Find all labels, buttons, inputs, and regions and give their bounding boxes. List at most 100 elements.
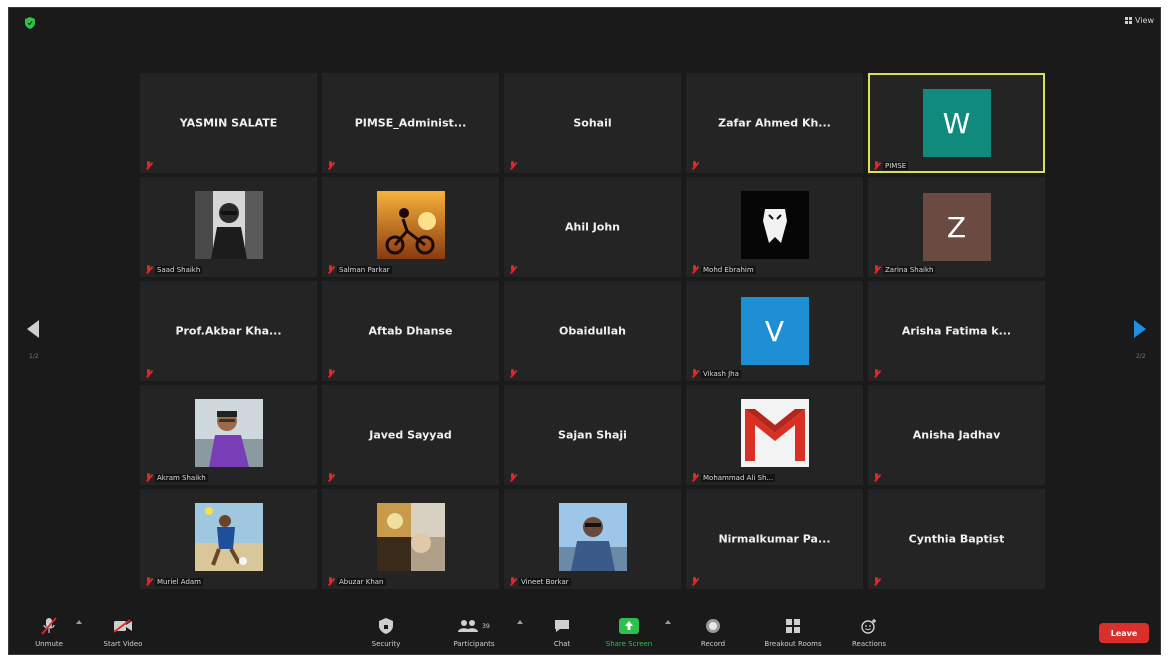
participant-name: Sajan Shaji [558,428,627,442]
tile-footer: Muriel Adam [145,577,203,586]
muted-mic-icon [873,161,880,170]
record-icon [706,619,720,633]
share-screen-button[interactable]: Share Screen [601,617,657,648]
participant-tile[interactable]: Mohammad Ali Sh... [686,385,863,485]
muted-mic-icon [509,265,516,274]
start-video-label: Start Video [103,640,143,648]
page-indicator-right: 2/2 [1136,353,1146,360]
participant-name: Nirmalkumar Pa... [718,532,831,546]
view-button[interactable]: View [1125,16,1154,25]
profile-photo [740,399,809,467]
participant-tile[interactable]: V Vikash Jha [686,281,863,381]
participant-tile[interactable]: Akram Shaikh [140,385,317,485]
participant-tile[interactable]: Obaidullah [504,281,681,381]
participant-name: Aftab Dhanse [368,324,453,338]
prev-page-arrow-icon[interactable] [27,320,39,338]
tile-footer: Mohd Ebrahim [691,265,756,274]
participant-tile[interactable]: Arisha Fatima k... [868,281,1045,381]
muted-mic-icon [509,369,516,378]
muted-mic-icon [509,161,516,170]
participant-tile[interactable]: Vineet Borkar [504,489,681,589]
reactions-button[interactable]: Reactions [841,617,897,648]
participant-tile[interactable]: Abuzar Khan [322,489,499,589]
profile-photo [194,503,263,571]
record-button[interactable]: Record [685,617,741,648]
breakout-rooms-button[interactable]: Breakout Rooms [764,617,822,648]
participant-label: Vikash Jha [701,369,741,378]
participant-tile[interactable]: Mohd Ebrahim [686,177,863,277]
participant-label: Mohammad Ali Sh... [701,473,776,482]
start-video-button[interactable]: Start Video [95,617,151,648]
participant-label: Salman Parkar [337,265,392,274]
leave-button[interactable]: Leave [1099,623,1149,643]
tile-footer [509,473,516,482]
audio-options-caret-icon[interactable] [76,620,82,624]
participant-tile[interactable]: Salman Parkar [322,177,499,277]
muted-mic-icon [327,369,334,378]
participant-tile[interactable]: Ahil John [504,177,681,277]
muted-mic-icon [327,161,334,170]
participant-tile[interactable]: W PIMSE [868,73,1045,173]
participant-tile[interactable]: Z Zarina Shaikh [868,177,1045,277]
muted-mic-icon [691,369,698,378]
participant-tile[interactable]: Cynthia Baptist [868,489,1045,589]
tile-footer: Akram Shaikh [145,473,208,482]
chat-label: Chat [553,640,571,648]
participants-options-caret-icon[interactable] [517,620,523,624]
participant-tile[interactable]: Aftab Dhanse [322,281,499,381]
profile-photo [558,503,627,571]
profile-photo [376,503,445,571]
tile-footer: Mohammad Ali Sh... [691,473,776,482]
muted-mic-icon [873,577,880,586]
participant-name: Cynthia Baptist [908,532,1005,546]
participant-tile[interactable]: YASMIN SALATE [140,73,317,173]
participant-name: Javed Sayyad [369,428,452,442]
tile-footer: PIMSE [873,161,909,170]
tile-footer [509,369,516,378]
participants-label: Participants [453,640,495,648]
tile-footer [145,161,152,170]
profile-photo [194,191,263,259]
tile-footer [691,161,698,170]
muted-mic-icon [691,265,698,274]
participant-label: Muriel Adam [155,577,203,586]
participant-tile[interactable]: Sohail [504,73,681,173]
participant-label: Abuzar Khan [337,577,386,586]
reactions-icon [861,619,876,634]
security-button[interactable]: Security [358,617,414,648]
participant-tile[interactable]: Prof.Akbar Kha... [140,281,317,381]
gallery-grid: YASMIN SALATE PIMSE_Administ... Sohail Zafa… [140,73,1045,589]
participant-name: Sohail [573,116,612,130]
participant-name: Zafar Ahmed Kh... [718,116,831,130]
unmute-button[interactable]: Unmute [21,617,77,648]
security-shield-icon [379,618,393,634]
participants-button[interactable]: 39 Participants [446,617,502,648]
tile-footer: Saad Shaikh [145,265,203,274]
participant-tile[interactable]: Anisha Jadhav [868,385,1045,485]
tile-footer [145,369,152,378]
muted-mic-icon [873,265,880,274]
tile-footer: Abuzar Khan [327,577,386,586]
shield-icon[interactable] [25,17,35,29]
muted-mic-icon [873,369,880,378]
share-options-caret-icon[interactable] [665,620,671,624]
participants-icon [458,620,479,632]
participant-tile[interactable]: Muriel Adam [140,489,317,589]
participant-tile[interactable]: Zafar Ahmed Kh... [686,73,863,173]
participant-name: Obaidullah [559,324,626,338]
participant-tile[interactable]: Nirmalkumar Pa... [686,489,863,589]
view-label: View [1135,16,1154,25]
reactions-label: Reactions [851,640,887,648]
participant-tile[interactable]: Javed Sayyad [322,385,499,485]
participant-tile[interactable]: Sajan Shaji [504,385,681,485]
participant-tile[interactable]: Saad Shaikh [140,177,317,277]
breakout-rooms-label: Breakout Rooms [764,640,822,648]
next-page-arrow-icon[interactable] [1134,320,1146,338]
participant-name: Ahil John [564,220,621,234]
profile-photo [740,191,809,259]
participants-count: 39 [482,622,490,630]
share-screen-icon [619,618,639,634]
muted-mic-icon [691,577,698,586]
participant-tile[interactable]: PIMSE_Administ... [322,73,499,173]
chat-button[interactable]: Chat [534,617,590,648]
